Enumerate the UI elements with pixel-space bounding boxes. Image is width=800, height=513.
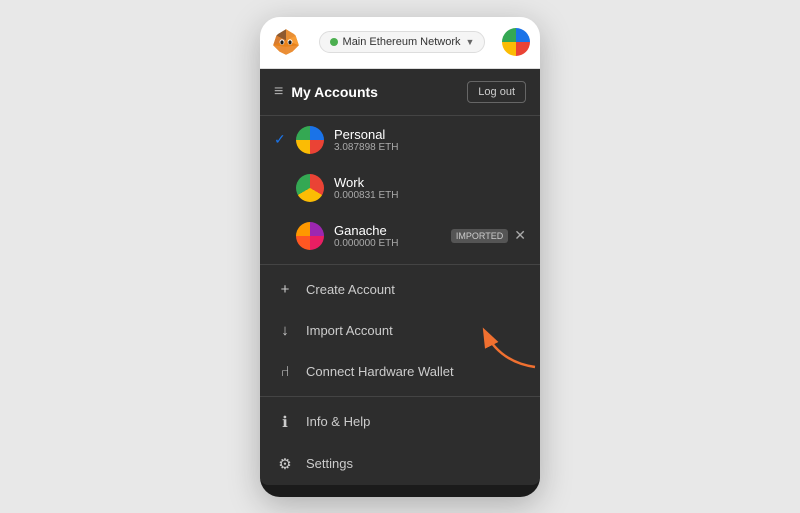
account-info-personal: Personal 3.087898 ETH (334, 127, 526, 153)
account-item-personal[interactable]: ✓ Personal 3.087898 ETH (260, 116, 540, 164)
account-name-personal: Personal (334, 127, 526, 142)
account-item-ganache[interactable]: ✓ Ganache 0.000000 ETH IMPORTED ✕ (260, 212, 540, 260)
logout-button[interactable]: Log out (467, 81, 526, 103)
active-checkmark-icon: ✓ (274, 131, 290, 148)
create-account-action[interactable]: + Create Account (260, 269, 540, 310)
remove-ganache-button[interactable]: ✕ (514, 227, 526, 244)
avatar-work (296, 174, 324, 202)
header-bar: Main Ethereum Network ▼ (260, 17, 540, 69)
plus-icon: + (276, 281, 294, 298)
dropdown-header: ≡ My Accounts Log out (260, 69, 540, 116)
settings-action[interactable]: ⚙ Settings (260, 443, 540, 485)
settings-icon: ⚙ (276, 455, 294, 473)
globe-icon[interactable] (502, 28, 530, 56)
account-balance-ganache: 0.000000 ETH (334, 238, 451, 249)
info-help-action[interactable]: ℹ Info & Help (260, 401, 540, 443)
menu-divider-1 (260, 264, 540, 265)
metamask-fox-icon (270, 26, 302, 58)
avatar-personal (296, 126, 324, 154)
arrow-annotation (470, 312, 540, 377)
account-name-ganache: Ganache (334, 223, 451, 238)
import-icon: ↓ (276, 322, 294, 339)
avatar-ganache (296, 222, 324, 250)
account-balance-personal: 3.087898 ETH (334, 142, 526, 153)
dropdown-header-left: ≡ My Accounts (274, 83, 378, 101)
settings-label: Settings (306, 456, 353, 471)
network-label: Main Ethereum Network (343, 36, 461, 48)
info-help-label: Info & Help (306, 414, 370, 429)
account-name-work: Work (334, 175, 526, 190)
hamburger-icon[interactable]: ≡ (274, 83, 283, 101)
phone-container: Main Ethereum Network ▼ Personal 0x8F71.… (260, 17, 540, 497)
create-account-label: Create Account (306, 282, 395, 297)
import-account-label: Import Account (306, 323, 393, 338)
imported-badge: IMPORTED (451, 229, 508, 243)
menu-divider-2 (260, 396, 540, 397)
account-item-work[interactable]: ✓ Work 0.000831 ETH (260, 164, 540, 212)
connect-hardware-wallet-label: Connect Hardware Wallet (306, 364, 454, 379)
main-content-area: Personal 0x8F71...4e83 3.087 ETH ≡ My Ac… (260, 69, 540, 497)
account-balance-work: 0.000831 ETH (334, 190, 526, 201)
network-status-dot (330, 38, 338, 46)
account-info-work: Work 0.000831 ETH (334, 175, 526, 201)
my-accounts-title: My Accounts (291, 84, 378, 100)
hardware-wallet-icon: ⑁ (276, 363, 294, 380)
account-info-ganache: Ganache 0.000000 ETH (334, 223, 451, 249)
info-icon: ℹ (276, 413, 294, 431)
network-selector[interactable]: Main Ethereum Network ▼ (319, 31, 486, 53)
accounts-dropdown-menu: ≡ My Accounts Log out ✓ Personal 3.08789… (260, 69, 540, 485)
chevron-down-icon: ▼ (466, 37, 475, 47)
